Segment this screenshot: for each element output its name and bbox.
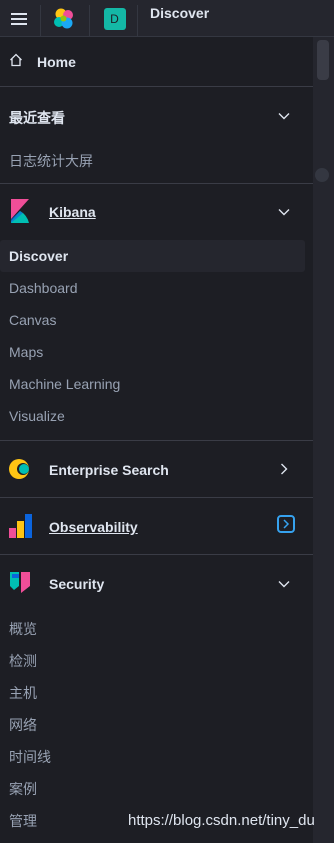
divider — [0, 497, 313, 498]
observability-title[interactable]: Observability — [49, 519, 138, 535]
divider — [0, 440, 313, 441]
scrollbar-track — [313, 37, 334, 843]
divider — [0, 554, 313, 555]
kibana-logo-icon — [11, 199, 29, 223]
kibana-title[interactable]: Kibana — [49, 204, 96, 220]
nav-item-maps[interactable]: Maps — [9, 344, 43, 360]
elastic-logo-link[interactable] — [44, 0, 84, 37]
nav-item-visualize[interactable]: Visualize — [9, 408, 65, 424]
security-icon — [10, 572, 30, 593]
elastic-logo-icon — [54, 8, 73, 28]
divider — [89, 5, 90, 36]
enterprise-search-title: Enterprise Search — [49, 462, 169, 478]
scrollbar-thumb[interactable] — [317, 40, 329, 80]
nav-item-administration[interactable]: 管理 — [9, 811, 37, 831]
space-avatar: D — [103, 7, 126, 30]
nav-item-label: Discover — [9, 248, 69, 264]
chevron-down-icon — [278, 581, 290, 588]
observability-icon — [9, 514, 32, 538]
chevron-right-icon — [281, 463, 288, 475]
security-header[interactable]: Security — [0, 569, 313, 597]
hamburger-icon — [10, 12, 27, 25]
home-icon — [10, 53, 22, 67]
watermark-text: https://blog.csdn.net/tiny_du — [128, 812, 315, 829]
divider — [0, 86, 313, 87]
chevron-right-icon — [283, 519, 290, 529]
recent-title: 最近查看 — [9, 110, 65, 126]
collapse-handle[interactable] — [315, 168, 329, 182]
enterprise-search-icon — [9, 459, 29, 479]
nav-item-discover[interactable]: Discover — [0, 240, 305, 272]
enterprise-search-header[interactable]: Enterprise Search — [0, 455, 313, 483]
home-label: Home — [37, 54, 76, 70]
top-header: D Discover — [0, 0, 334, 37]
nav-item-overview[interactable]: 概览 — [9, 619, 37, 639]
nav-item-machine-learning[interactable]: Machine Learning — [9, 376, 120, 392]
nav-item-dashboard[interactable]: Dashboard — [9, 280, 78, 296]
nav-item-canvas[interactable]: Canvas — [9, 312, 56, 328]
expand-button[interactable] — [277, 515, 295, 533]
observability-header[interactable]: Observability — [0, 512, 313, 540]
divider — [0, 183, 313, 184]
divider — [137, 5, 138, 36]
security-title: Security — [49, 576, 105, 592]
kibana-header[interactable]: Kibana — [0, 197, 313, 225]
space-selector[interactable]: D — [92, 0, 137, 37]
nav-home[interactable]: Home — [0, 49, 313, 75]
nav-item-cases[interactable]: 案例 — [9, 779, 37, 799]
breadcrumb: Discover — [150, 5, 210, 21]
divider — [40, 5, 41, 36]
menu-toggle-button[interactable] — [0, 0, 37, 37]
nav-item-detections[interactable]: 检测 — [9, 651, 37, 671]
nav-item-timelines[interactable]: 时间线 — [9, 747, 51, 767]
nav-item-hosts[interactable]: 主机 — [9, 683, 37, 703]
recent-item[interactable]: 日志统计大屏 — [9, 151, 93, 171]
chevron-down-icon — [278, 113, 290, 120]
nav-item-network[interactable]: 网络 — [9, 715, 37, 735]
chevron-down-icon — [278, 209, 290, 216]
recent-header[interactable]: 最近查看 — [0, 103, 313, 129]
